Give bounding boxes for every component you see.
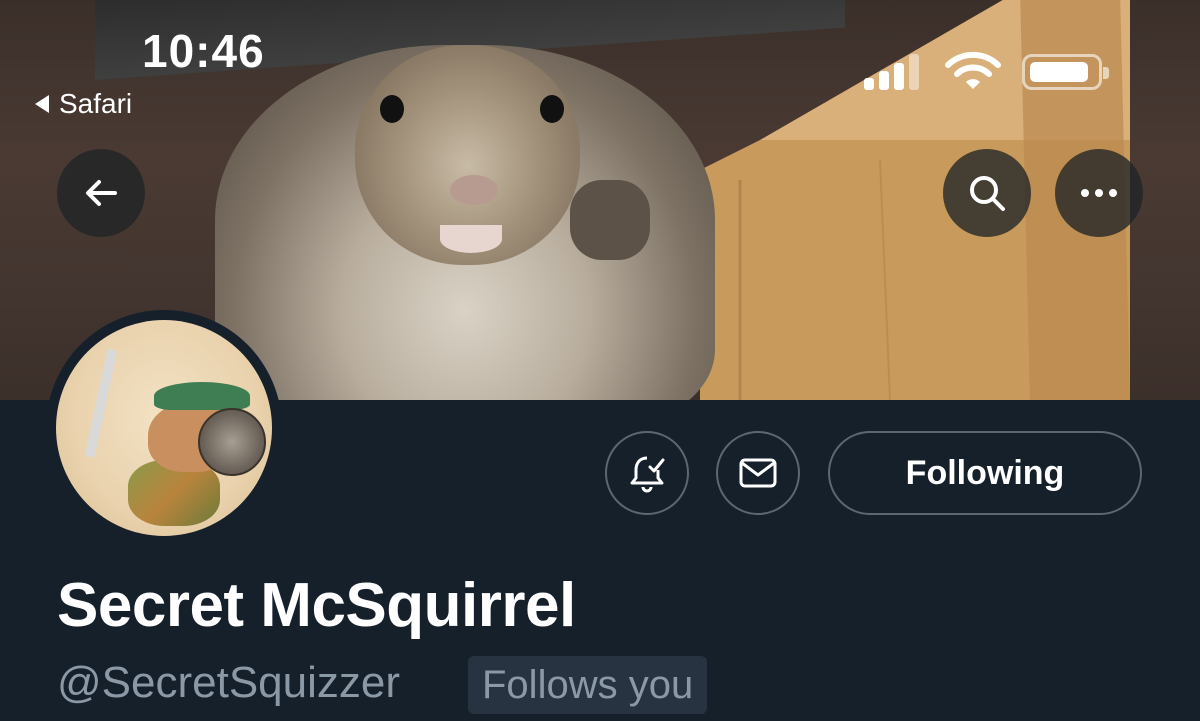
message-button[interactable] [716,431,800,515]
squirrel-eye [540,95,564,123]
battery-icon [1022,54,1109,90]
bell-check-icon [630,456,665,493]
sword-illustration [84,348,118,458]
hat-illustration [154,382,250,410]
squirrel-nose [450,175,498,205]
notifications-button[interactable] [605,431,689,515]
back-to-safari-link[interactable]: Safari [35,88,132,120]
user-handle: @SecretSquizzer [57,658,401,707]
avatar[interactable] [56,320,272,536]
ellipsis-icon [1081,189,1117,197]
more-options-button[interactable] [1055,149,1143,237]
search-icon [970,176,1005,211]
envelope-icon [739,458,777,488]
wifi-icon [945,52,1001,89]
squirrel-eye [380,95,404,123]
status-time: 10:46 [142,25,265,77]
back-app-label: Safari [59,88,133,119]
cellular-signal-icon [864,52,926,90]
arrow-left-icon [86,180,117,206]
follows-you-badge: Follows you [468,656,708,714]
back-triangle-icon [35,95,49,113]
squirrel-mouth [440,225,502,253]
back-button[interactable] [57,149,145,237]
squirrel-paw [570,180,650,260]
shield-illustration [198,408,266,476]
following-button[interactable]: Following [828,431,1142,515]
search-button[interactable] [943,149,1031,237]
display-name: Secret McSquirrel [57,571,576,640]
